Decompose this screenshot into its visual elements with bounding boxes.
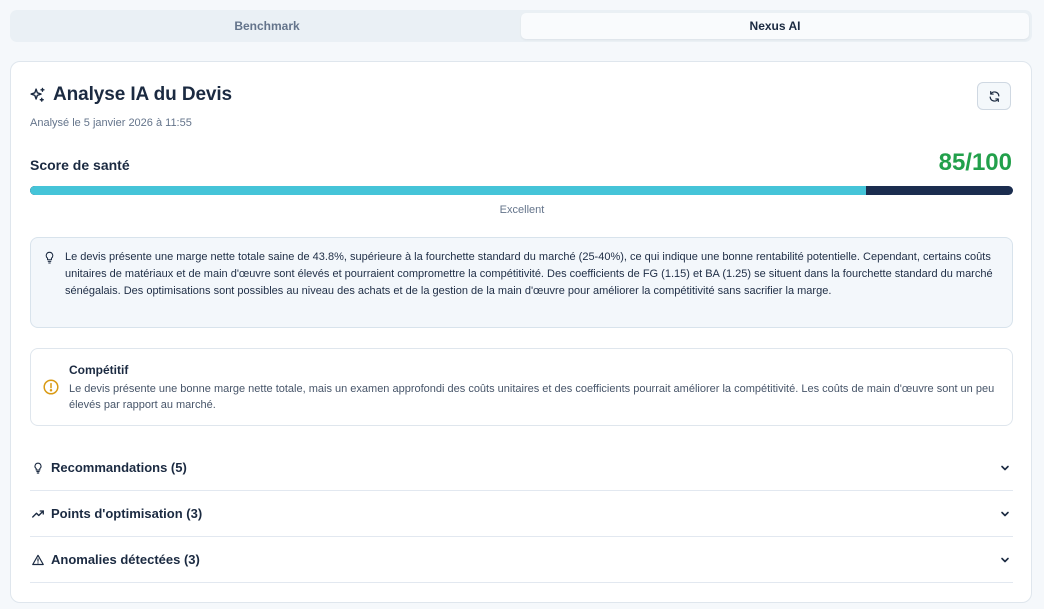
section-optimization-header: Points d'optimisation (3) [32, 506, 202, 521]
health-score-label: Score de santé [30, 157, 130, 173]
chevron-down-icon [1001, 557, 1009, 562]
section-optimization-label: Points d'optimisation (3) [51, 506, 203, 521]
health-score-value: 85/100 [938, 149, 1012, 176]
refresh-button[interactable] [977, 82, 1011, 110]
health-score-bar-fill [30, 186, 866, 195]
competitiveness-status: Compétitif Le devis présente une bonne m… [30, 348, 1013, 426]
chevron-down-icon [1001, 465, 1009, 470]
chevron-down-icon [1001, 511, 1009, 516]
analysis-header: Analyse IA du Devis [29, 84, 232, 106]
warning-circle-icon [43, 379, 59, 395]
tab-benchmark[interactable]: Benchmark [13, 13, 521, 39]
section-anomalies[interactable]: Anomalies détectées (3) [30, 537, 1013, 583]
page-title: Analyse IA du Devis [53, 84, 233, 105]
alert-triangle-icon [32, 554, 44, 565]
sparkles-icon [30, 87, 45, 102]
trending-up-icon [32, 509, 44, 518]
analysis-summary: Le devis présente une marge nette totale… [30, 237, 1013, 328]
section-optimization-points[interactable]: Points d'optimisation (3) [30, 491, 1013, 537]
section-anomalies-header: Anomalies détectées (3) [32, 552, 200, 567]
lightbulb-icon [45, 251, 54, 264]
section-recommendations[interactable]: Recommandations (5) [30, 445, 1013, 491]
analysis-card: Analyse IA du Devis Analysé le 5 janvier… [10, 61, 1032, 603]
section-anomalies-label: Anomalies détectées (3) [51, 552, 200, 567]
status-title: Compétitif [69, 363, 129, 377]
analysis-sections: Recommandations (5) Points d'optimisatio… [30, 445, 1013, 583]
lightbulb-icon [34, 462, 42, 474]
status-text: Le devis présente une bonne marge nette … [69, 383, 995, 411]
refresh-icon [989, 90, 999, 102]
health-score-caption: Excellent [499, 204, 545, 216]
summary-text: Le devis présente une marge nette totale… [65, 251, 993, 297]
section-recommendations-header: Recommandations (5) [32, 460, 187, 475]
tab-nexus-ai[interactable]: Nexus AI [521, 13, 1029, 39]
analysis-timestamp: Analysé le 5 janvier 2026 à 11:55 [30, 117, 192, 129]
section-recommendations-label: Recommandations (5) [51, 460, 187, 475]
health-score-bar [30, 186, 1013, 195]
tab-bar: Benchmark Nexus AI [10, 10, 1032, 42]
